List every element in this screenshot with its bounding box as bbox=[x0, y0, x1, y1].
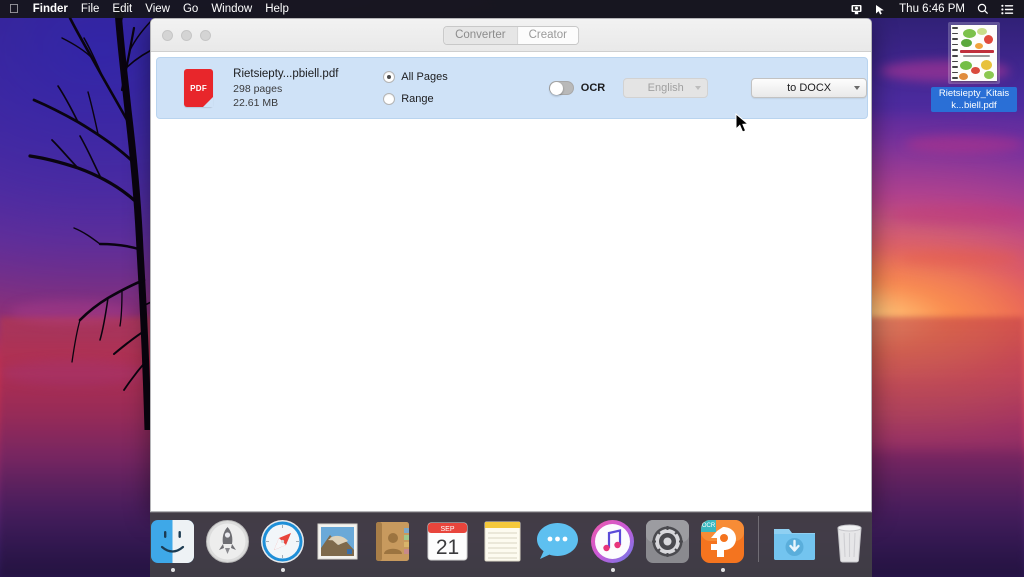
running-indicator bbox=[281, 568, 285, 572]
pdf-converter-window: Converter Creator PDF Rietsiepty...pbiel… bbox=[150, 18, 872, 512]
ocr-badge-label: OCR bbox=[702, 523, 716, 529]
dock-item-safari[interactable] bbox=[259, 518, 306, 565]
minimize-button[interactable] bbox=[181, 30, 192, 41]
dock-item-launchpad[interactable] bbox=[204, 518, 251, 565]
chevron-down-icon bbox=[854, 86, 860, 90]
mouse-cursor bbox=[735, 113, 750, 134]
dock: SEP 21 bbox=[150, 512, 872, 577]
wallpaper-cloud bbox=[905, 135, 1024, 153]
menu-item-file[interactable]: File bbox=[81, 0, 100, 18]
menu-item-help[interactable]: Help bbox=[265, 0, 289, 18]
dock-item-calendar[interactable]: SEP 21 bbox=[424, 518, 471, 565]
desktop-file-icon[interactable]: Rietsiepty_Kitaisk...biell.pdf bbox=[930, 18, 1018, 113]
file-size: 22.61 MB bbox=[233, 96, 374, 110]
dock-item-itunes[interactable] bbox=[589, 518, 636, 565]
radio-range-indicator bbox=[383, 93, 395, 105]
running-indicator bbox=[721, 568, 725, 572]
messages-icon bbox=[534, 518, 581, 565]
ocr-language-dropdown[interactable]: English bbox=[623, 78, 708, 98]
menu-bar:  Finder File Edit View Go Window Help T… bbox=[0, 0, 1024, 18]
trash-icon bbox=[826, 518, 873, 565]
chevron-down-icon bbox=[695, 86, 701, 90]
menu-item-window[interactable]: Window bbox=[211, 0, 252, 18]
screen-sharing-icon[interactable] bbox=[850, 4, 863, 15]
menu-item-finder[interactable]: Finder bbox=[33, 0, 68, 18]
dock-item-finder[interactable] bbox=[149, 518, 196, 565]
radio-range[interactable]: Range bbox=[383, 88, 470, 110]
ocr-language-value: English bbox=[648, 82, 684, 94]
safari-icon bbox=[259, 518, 306, 565]
zoom-button[interactable] bbox=[200, 30, 211, 41]
ocr-toggle[interactable] bbox=[549, 81, 574, 95]
mode-segmented-control: Converter Creator bbox=[443, 26, 579, 45]
itunes-icon bbox=[589, 518, 636, 565]
downloads-folder-icon bbox=[771, 518, 818, 565]
menu-bar-left:  Finder File Edit View Go Window Help bbox=[9, 0, 289, 18]
calendar-icon: SEP 21 bbox=[424, 518, 471, 565]
mail-icon bbox=[314, 518, 361, 565]
calendar-day: 21 bbox=[436, 536, 459, 559]
desktop-file-thumbnail bbox=[948, 22, 1000, 84]
pdf-file-icon: PDF bbox=[184, 69, 213, 107]
wallpaper-cloud bbox=[890, 205, 1024, 225]
calendar-month: SEP bbox=[440, 526, 454, 533]
dock-item-pdf-converter-ocr[interactable]: OCR bbox=[699, 518, 746, 565]
dock-item-notes[interactable] bbox=[479, 518, 526, 565]
menu-bar-clock[interactable]: Thu 6:46 PM bbox=[899, 0, 965, 18]
output-format-dropdown[interactable]: to DOCX bbox=[751, 78, 867, 98]
contacts-icon bbox=[369, 518, 416, 565]
menu-item-view[interactable]: View bbox=[145, 0, 170, 18]
dock-item-downloads-folder[interactable] bbox=[771, 518, 818, 565]
pdf-icon-label: PDF bbox=[184, 84, 213, 93]
search-icon[interactable] bbox=[977, 3, 989, 15]
file-info: Rietsiepty...pbiell.pdf 298 pages 22.61 … bbox=[233, 67, 374, 110]
ocr-controls: OCR English bbox=[549, 78, 708, 98]
notes-icon bbox=[479, 518, 526, 565]
tab-creator[interactable]: Creator bbox=[517, 27, 578, 44]
output-format-value: to DOCX bbox=[787, 82, 831, 94]
pointer-arrow-icon[interactable] bbox=[875, 4, 887, 15]
finder-icon bbox=[149, 518, 196, 565]
system-preferences-icon bbox=[644, 518, 691, 565]
ocr-label: OCR bbox=[581, 82, 605, 94]
radio-all-pages[interactable]: All Pages bbox=[383, 66, 470, 88]
dock-item-mail[interactable] bbox=[314, 518, 361, 565]
pdf-cover-preview bbox=[951, 25, 997, 81]
tab-converter[interactable]: Converter bbox=[444, 27, 517, 44]
radio-range-label: Range bbox=[401, 93, 433, 105]
menu-bar-status: Thu 6:46 PM bbox=[850, 0, 1017, 18]
pdf-converter-ocr-icon: OCR bbox=[699, 518, 746, 565]
traffic-lights bbox=[151, 30, 211, 41]
wallpaper-cloud bbox=[900, 250, 1020, 266]
page-range-options: All Pages Range bbox=[383, 66, 470, 110]
running-indicator bbox=[171, 568, 175, 572]
dock-item-trash[interactable] bbox=[826, 518, 873, 565]
dock-separator bbox=[758, 516, 759, 562]
menu-item-edit[interactable]: Edit bbox=[112, 0, 132, 18]
running-indicator bbox=[611, 568, 615, 572]
control-center-icon[interactable] bbox=[1001, 4, 1014, 15]
menu-item-go[interactable]: Go bbox=[183, 0, 198, 18]
close-button[interactable] bbox=[162, 30, 173, 41]
wallpaper-tree-silhouette bbox=[0, 0, 170, 430]
launchpad-icon bbox=[204, 518, 251, 565]
file-name: Rietsiepty...pbiell.pdf bbox=[233, 67, 374, 82]
dock-item-messages[interactable] bbox=[534, 518, 581, 565]
dock-item-system-preferences[interactable] bbox=[644, 518, 691, 565]
desktop-file-label: Rietsiepty_Kitaisk...biell.pdf bbox=[931, 87, 1017, 112]
radio-all-pages-label: All Pages bbox=[401, 71, 447, 83]
radio-all-pages-indicator bbox=[383, 71, 395, 83]
spiral-binding-icon bbox=[952, 27, 958, 79]
dock-item-contacts[interactable] bbox=[369, 518, 416, 565]
file-row[interactable]: PDF Rietsiepty...pbiell.pdf 298 pages 22… bbox=[156, 57, 868, 119]
ocr-toggle-knob bbox=[550, 82, 563, 95]
file-page-count: 298 pages bbox=[233, 82, 374, 96]
apple-logo-icon[interactable]:  bbox=[9, 0, 19, 18]
window-title-bar[interactable]: Converter Creator bbox=[151, 19, 871, 52]
